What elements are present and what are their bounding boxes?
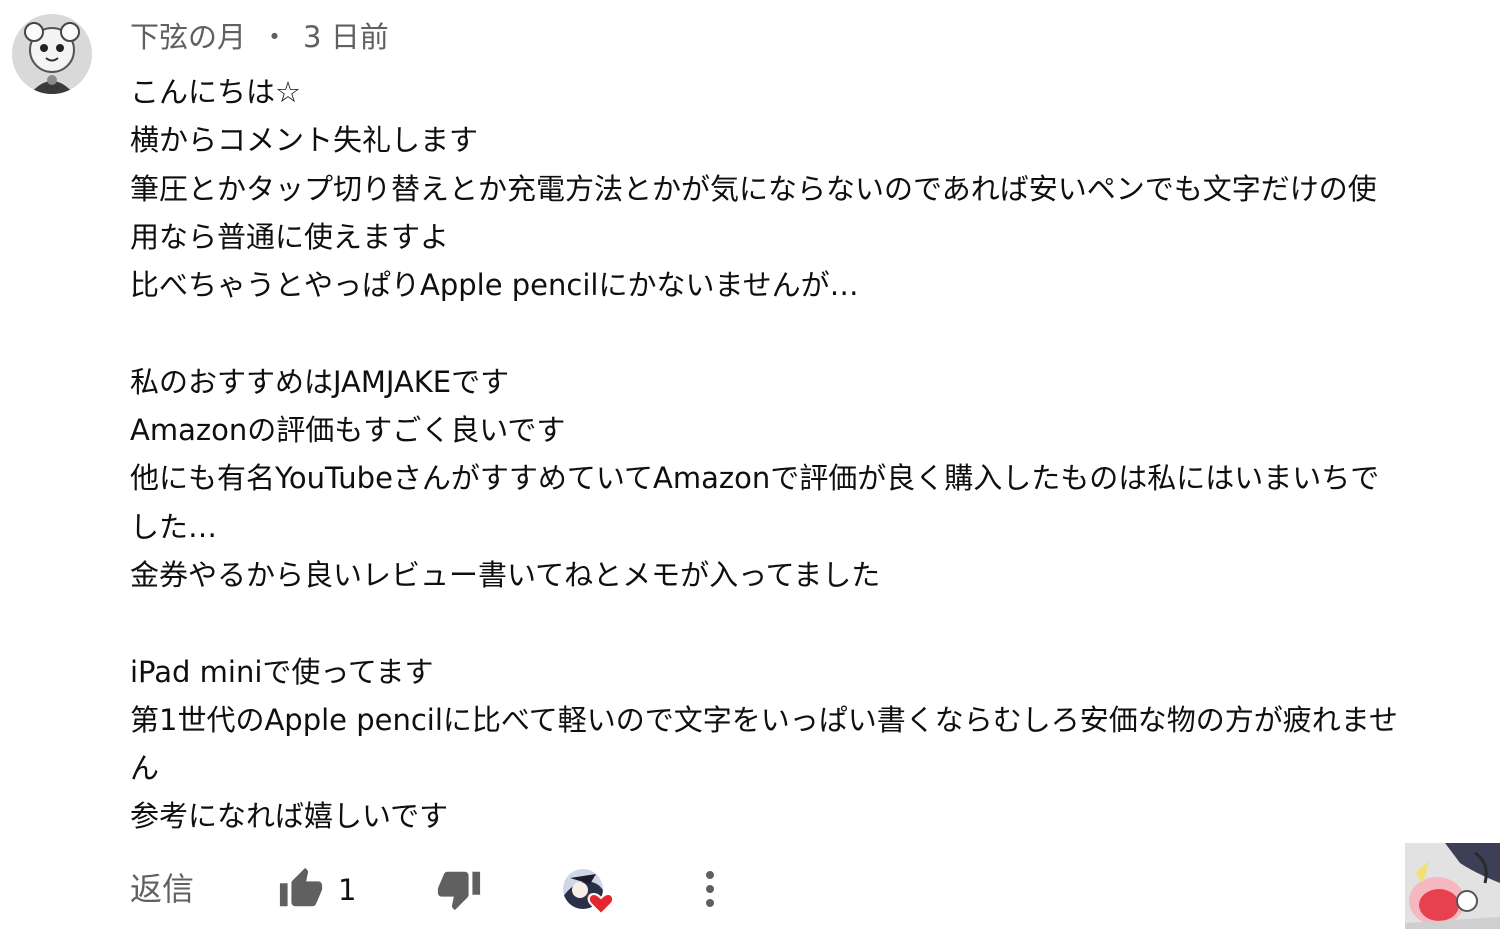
comment-line — [130, 309, 1475, 357]
comment-line: 筆圧とかタップ切り替えとか充電方法とかが気にならないのであれば安いペンでも文字だ… — [130, 171, 1377, 206]
comment-line: iPad miniで使ってます — [130, 654, 434, 689]
comment-line: 他にも有名YouTubeさんがすすめていてAmazonで評価が良く購入したものは… — [130, 461, 1380, 496]
dislike-button[interactable] — [436, 866, 482, 912]
more-options-button[interactable] — [690, 866, 730, 912]
comment-line: 参考になれば嬉しいです — [130, 799, 449, 834]
comment-body: こんにちは☆ 横からコメント失礼します 筆圧とかタップ切り替えとか充電方法とかが… — [130, 68, 1475, 841]
reply-button[interactable]: 返信 — [130, 866, 194, 912]
comment-line: 金券やるから良いレビュー書いてねとメモが入ってました — [130, 557, 881, 592]
author-avatar[interactable] — [12, 14, 92, 94]
comment-line: ん — [130, 751, 160, 786]
creator-heart-icon — [587, 892, 615, 916]
comment-line: 私のおすすめはJAMJAKEです — [130, 364, 510, 399]
author-name[interactable]: 下弦の月 — [130, 14, 246, 56]
comment-timestamp[interactable]: 3 日前 — [303, 14, 389, 56]
thumbs-up-icon — [279, 867, 323, 907]
comment-line — [130, 599, 1475, 647]
comment-line: Amazonの評価もすごく良いです — [130, 413, 566, 448]
comment-line: 比べちゃうとやっぱりApple pencilにかないませんが… — [130, 268, 859, 303]
thumbs-down-icon — [437, 871, 481, 911]
comment-line: 第1世代のApple pencilに比べて軽いので文字をいっぱい書くならむしろ安… — [130, 702, 1398, 737]
creator-heart — [562, 868, 616, 918]
like-button[interactable] — [278, 866, 324, 912]
more-vertical-icon — [706, 871, 714, 907]
header-separator: ・ — [260, 20, 290, 54]
comment-line: こんにちは☆ — [130, 75, 301, 109]
comment-line: 横からコメント失礼します — [130, 123, 479, 158]
like-count: 1 — [338, 873, 357, 907]
corner-thumbnail — [1405, 843, 1500, 929]
comment-line: した… — [130, 509, 218, 544]
comment-header: 下弦の月 ・ 3 日前 — [130, 14, 389, 56]
comment-action-bar: 返信 1 — [0, 860, 1500, 918]
comment-line: 用なら普通に使えますよ — [130, 219, 450, 254]
